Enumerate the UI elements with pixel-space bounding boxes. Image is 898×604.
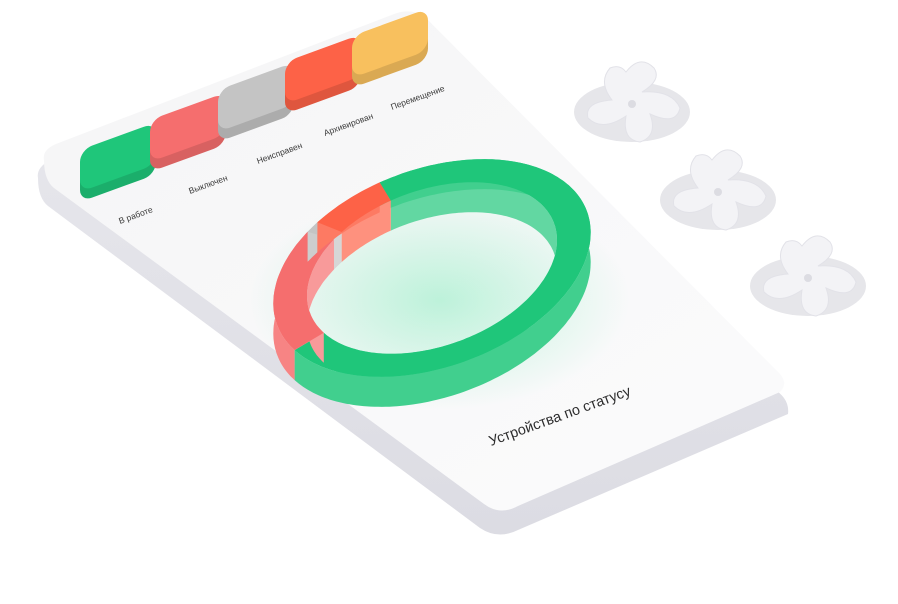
fan-icon-3 [750, 235, 866, 317]
fan-icon-1 [574, 61, 690, 143]
fan-icon-2 [660, 149, 776, 231]
isometric-card-scene: В работеВыключенНеисправенАрхивированПер… [37, 11, 866, 535]
